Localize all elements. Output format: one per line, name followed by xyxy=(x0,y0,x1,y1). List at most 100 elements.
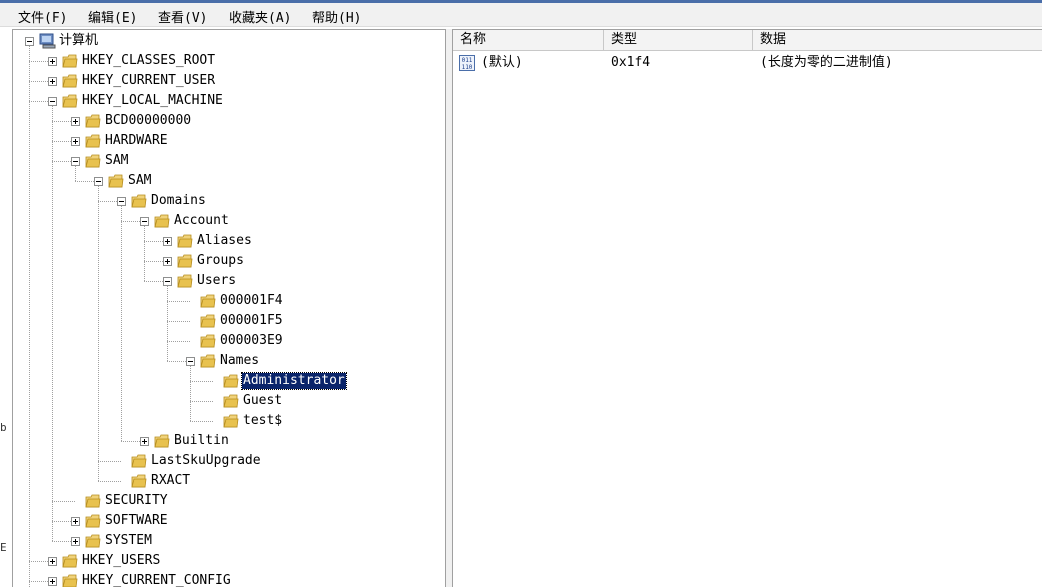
tree-node-label[interactable]: LastSkuUpgrade xyxy=(150,453,262,469)
expand-icon[interactable] xyxy=(71,537,80,546)
tree-node[interactable]: HKEY_LOCAL_MACHINE xyxy=(13,91,445,111)
tree-node[interactable]: RXACT xyxy=(13,471,445,491)
tree-node[interactable]: 计算机 xyxy=(13,31,445,51)
tree-node[interactable]: Administrator xyxy=(13,371,445,391)
tree-node-label[interactable]: test$ xyxy=(242,413,283,429)
tree-node-label[interactable]: 000003E9 xyxy=(219,333,284,349)
expand-icon[interactable] xyxy=(48,577,57,586)
folder-icon xyxy=(177,253,193,269)
menu-item[interactable]: 编辑(E) xyxy=(88,7,137,26)
tree-node[interactable]: 000001F5 xyxy=(13,311,445,331)
tree-node[interactable]: Guest xyxy=(13,391,445,411)
tree-node-label[interactable]: BCD00000000 xyxy=(104,113,192,129)
tree-node-label[interactable]: 计算机 xyxy=(58,33,99,49)
computer-icon xyxy=(39,33,56,49)
folder-icon xyxy=(62,73,78,89)
collapse-icon[interactable] xyxy=(163,277,172,286)
tree-node[interactable]: SAM xyxy=(13,171,445,191)
menu-item[interactable]: 收藏夹(A) xyxy=(229,7,291,26)
tree-node-label[interactable]: Administrator xyxy=(241,372,347,390)
registry-tree-pane[interactable]: 计算机 HKEY_CLASSES_ROOT HKEY_CURRENT_USER HKE… xyxy=(12,29,446,587)
folder-icon xyxy=(85,513,101,529)
expand-icon[interactable] xyxy=(48,57,57,66)
tree-node[interactable]: Account xyxy=(13,211,445,231)
collapse-icon[interactable] xyxy=(25,37,34,46)
tree-node[interactable]: 000003E9 xyxy=(13,331,445,351)
folder-icon xyxy=(131,453,147,469)
folder-icon xyxy=(177,273,193,289)
tree-node[interactable]: Names xyxy=(13,351,445,371)
tree-node-label[interactable]: SOFTWARE xyxy=(104,513,169,529)
tree-node-label[interactable]: SAM xyxy=(104,153,129,169)
tree-node-label[interactable]: HKEY_LOCAL_MACHINE xyxy=(81,93,224,109)
tree-node-label[interactable]: 000001F4 xyxy=(219,293,284,309)
tree-node-label[interactable]: SAM xyxy=(127,173,152,189)
tree-node[interactable]: HKEY_USERS xyxy=(13,551,445,571)
expand-icon[interactable] xyxy=(48,557,57,566)
tree-node[interactable]: HARDWARE xyxy=(13,131,445,151)
tree-node-label[interactable]: Account xyxy=(173,213,230,229)
tree-node[interactable]: SECURITY xyxy=(13,491,445,511)
expand-icon[interactable] xyxy=(163,237,172,246)
value-row[interactable]: 011 110 (默认) 0x1f4 (长度为零的二进制值) xyxy=(453,53,1042,73)
folder-icon xyxy=(62,573,78,587)
tree-node[interactable]: 000001F4 xyxy=(13,291,445,311)
tree-node[interactable]: HKEY_CURRENT_USER xyxy=(13,71,445,91)
value-name[interactable]: (默认) xyxy=(481,55,523,71)
collapse-icon[interactable] xyxy=(48,97,57,106)
tree-node[interactable]: Aliases xyxy=(13,231,445,251)
tree-node-label[interactable]: SECURITY xyxy=(104,493,169,509)
tree-node[interactable]: Users xyxy=(13,271,445,291)
tree-node-label[interactable]: HKEY_CURRENT_CONFIG xyxy=(81,573,232,587)
tree-node-label[interactable]: HKEY_CLASSES_ROOT xyxy=(81,53,216,69)
column-header[interactable]: 名称 xyxy=(453,30,604,50)
expand-icon[interactable] xyxy=(163,257,172,266)
tree-node-label[interactable]: Aliases xyxy=(196,233,253,249)
tree-node-label[interactable]: Users xyxy=(196,273,237,289)
value-type: 0x1f4 xyxy=(611,55,651,70)
tree-node[interactable]: BCD00000000 xyxy=(13,111,445,131)
column-header[interactable]: 类型 xyxy=(604,30,753,50)
menu-item[interactable]: 文件(F) xyxy=(18,7,67,26)
tree-node-label[interactable]: HARDWARE xyxy=(104,133,169,149)
expand-icon[interactable] xyxy=(71,117,80,126)
collapse-icon[interactable] xyxy=(71,157,80,166)
folder-icon xyxy=(154,433,170,449)
collapse-icon[interactable] xyxy=(117,197,126,206)
expand-icon[interactable] xyxy=(48,77,57,86)
tree-node[interactable]: test$ xyxy=(13,411,445,431)
tree-node-label[interactable]: SYSTEM xyxy=(104,533,153,549)
tree-node-label[interactable]: HKEY_CURRENT_USER xyxy=(81,73,216,89)
tree-node[interactable]: HKEY_CLASSES_ROOT xyxy=(13,51,445,71)
tree-node[interactable]: Domains xyxy=(13,191,445,211)
left-edge-background: bE xyxy=(0,29,12,587)
column-header[interactable]: 数据 xyxy=(753,30,1042,50)
tree-node-label[interactable]: Builtin xyxy=(173,433,230,449)
tree-node[interactable]: SOFTWARE xyxy=(13,511,445,531)
tree-node-label[interactable]: 000001F5 xyxy=(219,313,284,329)
tree-node[interactable]: SAM xyxy=(13,151,445,171)
tree-node-label[interactable]: Groups xyxy=(196,253,245,269)
tree-node[interactable]: Groups xyxy=(13,251,445,271)
tree-node-label[interactable]: RXACT xyxy=(150,473,191,489)
menu-item[interactable]: 查看(V) xyxy=(158,7,207,26)
tree-node[interactable]: LastSkuUpgrade xyxy=(13,451,445,471)
folder-icon xyxy=(223,413,239,429)
tree-node[interactable]: Builtin xyxy=(13,431,445,451)
menu-item[interactable]: 帮助(H) xyxy=(312,7,361,26)
folder-icon xyxy=(131,473,147,489)
expand-icon[interactable] xyxy=(140,437,149,446)
tree-node-label[interactable]: Names xyxy=(219,353,260,369)
tree-node-label[interactable]: Domains xyxy=(150,193,207,209)
tree-node-label[interactable]: HKEY_USERS xyxy=(81,553,161,569)
tree-node-label[interactable]: Guest xyxy=(242,393,283,409)
collapse-icon[interactable] xyxy=(94,177,103,186)
collapse-icon[interactable] xyxy=(140,217,149,226)
collapse-icon[interactable] xyxy=(186,357,195,366)
folder-icon xyxy=(131,193,147,209)
expand-icon[interactable] xyxy=(71,517,80,526)
tree-node[interactable]: HKEY_CURRENT_CONFIG xyxy=(13,571,445,587)
expand-icon[interactable] xyxy=(71,137,80,146)
registry-values-pane[interactable]: 名称 类型 数据 011 110 (默认) 0x1f4 (长度为零的二进制值) xyxy=(452,29,1042,587)
tree-node[interactable]: SYSTEM xyxy=(13,531,445,551)
